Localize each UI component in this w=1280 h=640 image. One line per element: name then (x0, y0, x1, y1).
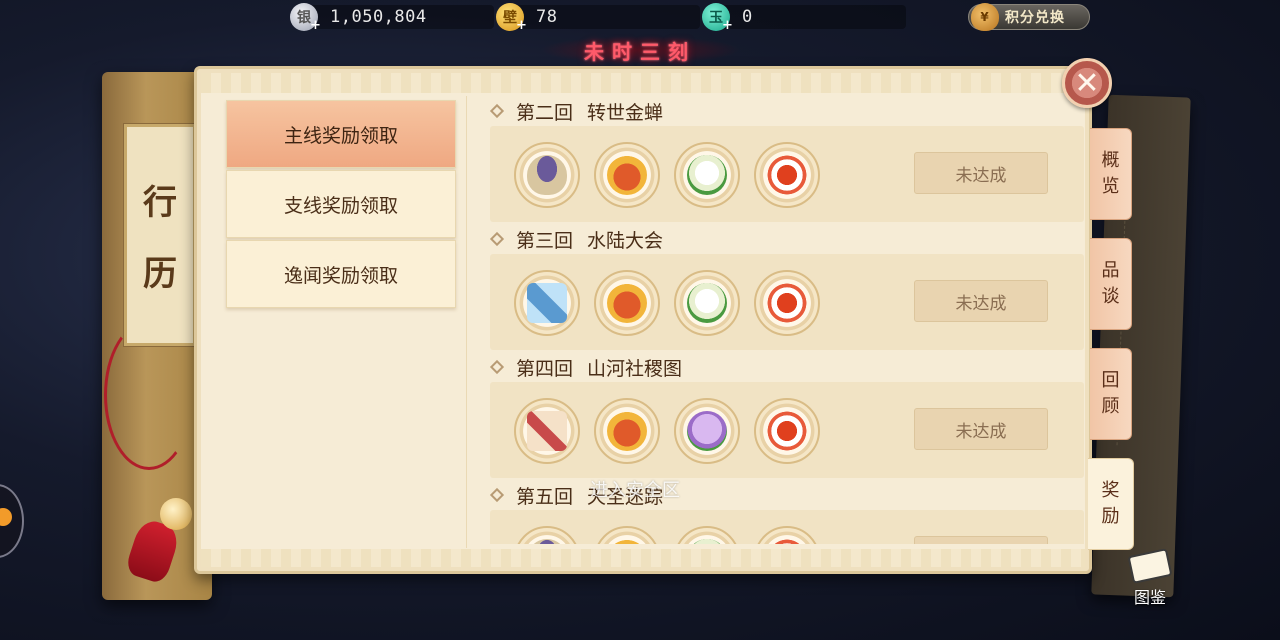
reward-row: 未达成 (490, 126, 1084, 222)
reward-item[interactable] (594, 398, 660, 464)
reward-item[interactable] (594, 270, 660, 336)
reward-item[interactable] (674, 398, 740, 464)
chapter-number: 第五回 (516, 485, 574, 508)
claim-status-button[interactable]: 未达成 (914, 280, 1048, 322)
reward-item[interactable] (514, 142, 580, 208)
chapter-list[interactable]: 第二回 转世金蝉 未达成 第三回 水陆大会 未达成 第四回 山河社稷图 未达成 … (488, 92, 1086, 544)
close-button[interactable]: ✕ (1062, 58, 1112, 108)
silver-amount: 1,050,804 (330, 7, 427, 27)
tassel-cord (104, 320, 194, 470)
reward-item[interactable] (594, 526, 660, 544)
reward-item[interactable] (754, 142, 820, 208)
reward-item[interactable] (514, 526, 580, 544)
scroll-icon (527, 411, 567, 451)
chapter-title: 山河社稷图 (587, 357, 683, 380)
scroll-icon (1127, 548, 1173, 584)
tab-overview[interactable]: 概 览 (1090, 128, 1132, 220)
panel-divider (466, 96, 467, 548)
nav-main-rewards[interactable]: 主线奖励领取 (226, 100, 456, 168)
gold-amount: 78 (536, 7, 558, 27)
hydrangea-flower-icon (687, 411, 727, 451)
lily-flower-icon (687, 283, 727, 323)
chapter-number: 第四回 (516, 357, 574, 380)
safe-zone-notice: 进入安全区 (590, 480, 680, 501)
reward-item[interactable] (594, 142, 660, 208)
reward-item[interactable] (674, 142, 740, 208)
tab-label-char: 览 (1101, 176, 1120, 197)
nav-anecdote-rewards[interactable]: 逸闻奖励领取 (226, 240, 456, 308)
tab-label-char: 概 (1101, 150, 1120, 171)
tab-label-char: 品 (1101, 260, 1120, 281)
claim-status-button[interactable]: 未达成 (914, 152, 1048, 194)
tab-label-char: 奖 (1101, 480, 1120, 501)
pouch-icon (607, 155, 647, 195)
nav-side-rewards[interactable]: 支线奖励领取 (226, 170, 456, 238)
book-title: 行 历 (123, 123, 197, 347)
reward-item[interactable] (754, 526, 820, 544)
chapter-title: 转世金蝉 (587, 101, 664, 124)
book-title-char: 历 (143, 254, 177, 294)
book-title-char: 行 (143, 183, 177, 223)
chapter-header: 第三回 水陆大会 (489, 224, 664, 254)
chapter-number: 第二回 (516, 101, 574, 124)
pouch-icon (607, 539, 647, 544)
dish-icon (767, 155, 807, 195)
chapter-header: 第二回 转世金蝉 (489, 96, 664, 126)
bowl-icon (527, 539, 567, 544)
plus-icon[interactable]: + (722, 18, 733, 33)
scroll-icon (527, 283, 567, 323)
tab-recap[interactable]: 回 顾 (1090, 348, 1132, 440)
pouch-icon (607, 283, 647, 323)
tab-rewards[interactable]: 奖 励 (1088, 458, 1134, 550)
silver-currency[interactable]: 银 + 1,050,804 (290, 3, 494, 33)
chapter-number: 第三回 (516, 229, 574, 252)
jade-amount: 0 (742, 7, 753, 27)
diamond-icon (489, 359, 505, 375)
dish-icon (767, 283, 807, 323)
dish-icon (767, 411, 807, 451)
chapter-header: 第四回 山河社稷图 (489, 352, 683, 382)
jade-currency[interactable]: 玉 + 0 (702, 3, 906, 33)
dish-icon (767, 539, 807, 544)
game-time: 未时三刻 (540, 36, 740, 64)
reward-item[interactable] (514, 270, 580, 336)
tab-label-char: 回 (1101, 370, 1120, 391)
points-exchange-button[interactable]: ¥ 积分兑换 (968, 3, 1090, 31)
diamond-icon (489, 231, 505, 247)
reward-item[interactable] (514, 398, 580, 464)
reward-item[interactable] (674, 270, 740, 336)
lily-flower-icon (687, 539, 727, 544)
plus-icon[interactable]: + (310, 18, 321, 33)
pouch-icon (607, 411, 647, 451)
tab-label-char: 谈 (1101, 286, 1120, 307)
money-bag-icon: ¥ (971, 3, 999, 31)
reward-item[interactable] (754, 398, 820, 464)
tassel-bead (160, 498, 192, 530)
claim-status-button[interactable] (914, 536, 1048, 544)
gold-currency[interactable]: 壁 + 78 (496, 3, 700, 33)
atlas-button[interactable]: 图鉴 (1122, 548, 1178, 608)
claim-status-button[interactable]: 未达成 (914, 408, 1048, 450)
atlas-label: 图鉴 (1133, 588, 1166, 607)
reward-item[interactable] (674, 526, 740, 544)
tab-label-char: 顾 (1101, 396, 1120, 417)
lily-flower-icon (687, 155, 727, 195)
tab-review-talk[interactable]: 品 谈 (1090, 238, 1132, 330)
diamond-icon (489, 103, 505, 119)
close-icon: ✕ (1074, 65, 1100, 101)
bowl-icon (527, 155, 567, 195)
tab-label-char: 励 (1101, 506, 1120, 527)
reward-item[interactable] (754, 270, 820, 336)
reward-row: 未达成 (490, 382, 1084, 478)
reward-row: 未达成 (490, 254, 1084, 350)
diamond-icon (489, 487, 505, 503)
points-exchange-label: 积分兑换 (1005, 10, 1065, 26)
reward-row (490, 510, 1084, 544)
chapter-title: 水陆大会 (587, 229, 664, 252)
plus-icon[interactable]: + (516, 18, 527, 33)
